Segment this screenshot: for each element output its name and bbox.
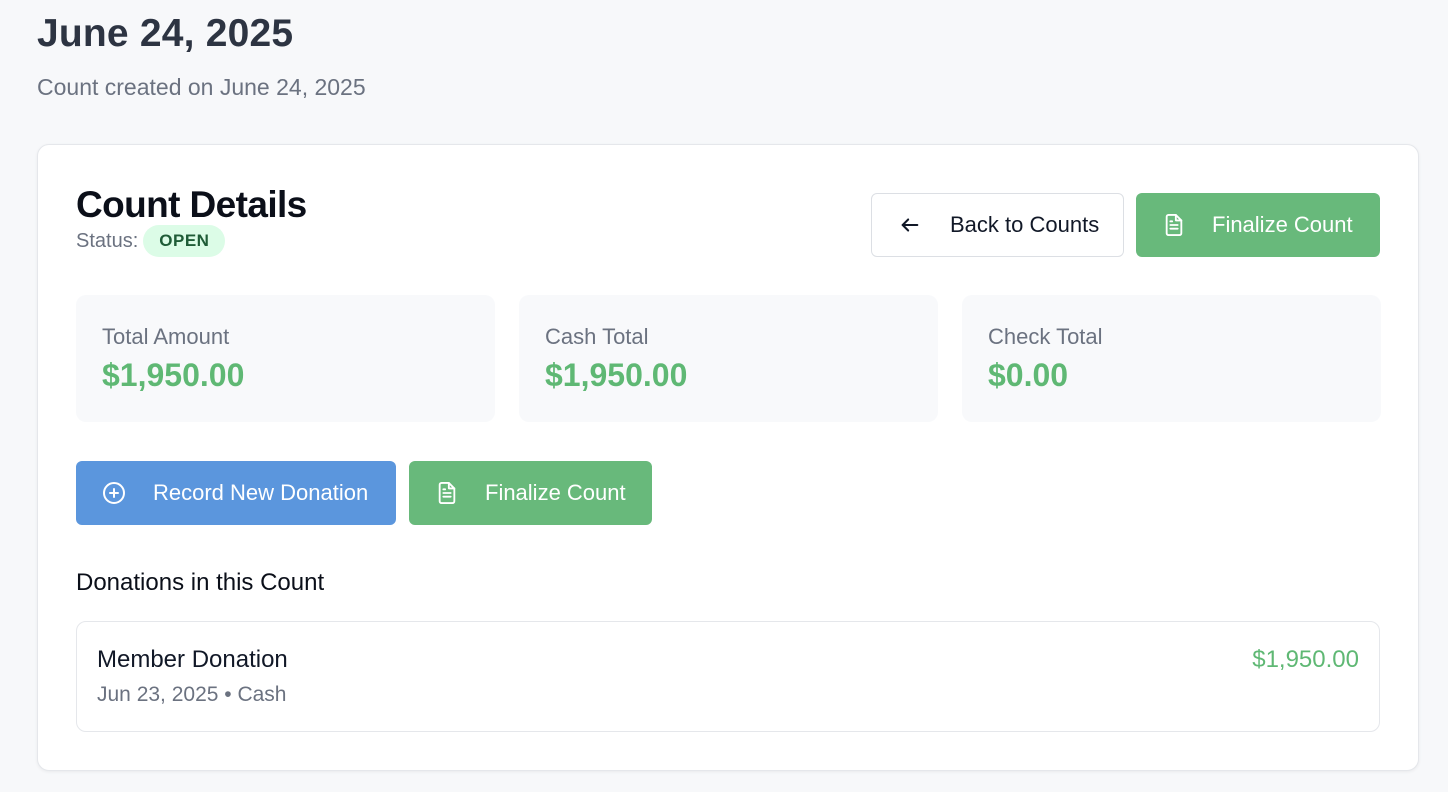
finalize-count-label: Finalize Count <box>485 480 626 505</box>
donation-amount: $1,950.00 <box>1252 646 1359 673</box>
count-details-card: Count Details Status: OPEN Back to Count… <box>37 144 1419 771</box>
status-label: Status: <box>76 229 139 252</box>
record-new-donation-button[interactable]: Record New Donation <box>76 461 396 525</box>
donation-meta: Jun 23, 2025 • Cash <box>97 683 287 706</box>
stat-label: Cash Total <box>545 324 649 349</box>
page-title: June 24, 2025 <box>37 12 294 55</box>
status-row: Status: OPEN <box>76 225 226 257</box>
stat-total-amount: Total Amount $1,950.00 <box>76 295 495 422</box>
record-new-donation-label: Record New Donation <box>153 480 369 505</box>
stat-label: Total Amount <box>102 324 230 349</box>
card-title: Count Details <box>76 184 307 225</box>
back-to-counts-button[interactable]: Back to Counts <box>871 193 1124 257</box>
donation-name: Member Donation <box>97 646 288 673</box>
page-subtitle: Count created on June 24, 2025 <box>37 74 366 100</box>
list-item[interactable]: Member Donation Jun 23, 2025 • Cash $1,9… <box>76 621 1380 732</box>
arrow-left-icon <box>898 213 922 237</box>
stat-value: $1,950.00 <box>102 357 245 393</box>
finalize-count-button[interactable]: Finalize Count <box>409 461 652 525</box>
stat-value: $0.00 <box>988 357 1069 393</box>
finalize-count-button-top[interactable]: Finalize Count <box>1136 193 1380 257</box>
status-badge: OPEN <box>143 225 226 257</box>
plus-circle-icon <box>102 481 126 505</box>
finalize-count-label: Finalize Count <box>1212 212 1353 237</box>
stat-cash-total: Cash Total $1,950.00 <box>519 295 938 422</box>
back-to-counts-label: Back to Counts <box>950 212 1100 237</box>
stat-check-total: Check Total $0.00 <box>962 295 1381 422</box>
stat-value: $1,950.00 <box>545 357 688 393</box>
document-icon <box>1162 213 1186 237</box>
donations-heading: Donations in this Count <box>76 569 325 596</box>
document-icon <box>435 481 459 505</box>
stat-label: Check Total <box>988 324 1103 349</box>
